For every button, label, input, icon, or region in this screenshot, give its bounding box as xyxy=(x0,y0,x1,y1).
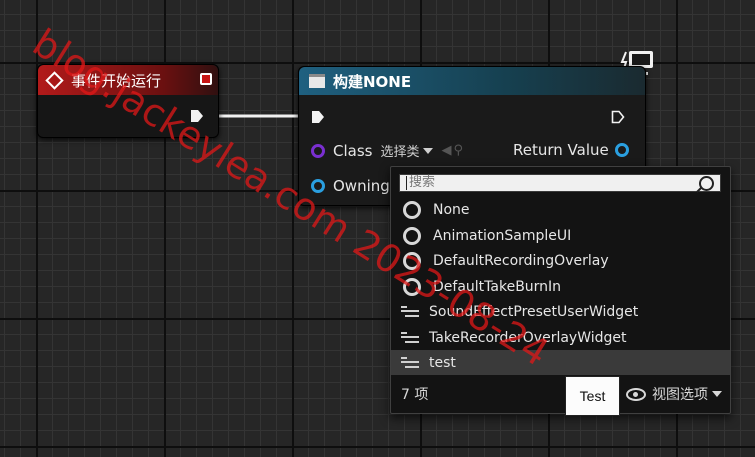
widget-blueprint-icon xyxy=(401,305,419,318)
owning-player-pin-icon[interactable] xyxy=(311,179,325,193)
class-pin-icon[interactable] xyxy=(311,143,325,158)
eye-icon xyxy=(626,387,646,401)
class-ring-icon xyxy=(403,251,421,270)
class-ring-icon xyxy=(403,200,421,219)
widget-blueprint-icon xyxy=(401,356,419,369)
use-selected-arrow-icon[interactable]: ◀ xyxy=(441,143,451,158)
create-widget-node-title: 构建NONE xyxy=(333,72,412,91)
class-item-label: SoundEffectPresetUserWidget xyxy=(429,303,639,320)
chevron-down-icon xyxy=(712,391,722,397)
owning-pin-row: Owning xyxy=(311,177,390,195)
class-item-label: TakeRecorderOverlayWidget xyxy=(429,329,627,346)
browse-search-icon[interactable]: ⚲ xyxy=(453,143,463,158)
text-cursor xyxy=(406,175,407,190)
event-begin-play-node[interactable]: 事件开始运行 xyxy=(37,64,219,138)
function-icon xyxy=(309,74,325,88)
tooltip-text: Test xyxy=(579,388,606,404)
class-item-label: test xyxy=(429,354,456,371)
class-pin-label: Class xyxy=(333,141,373,160)
class-picker-footer: 7 项 视图选项 xyxy=(391,375,730,411)
return-value-label: Return Value xyxy=(513,141,609,159)
event-diamond-icon xyxy=(45,70,64,90)
item-count: 7 项 xyxy=(401,387,429,403)
class-item-sound-effect-preset-user-widget[interactable]: SoundEffectPresetUserWidget xyxy=(391,299,730,324)
exec-input-pin-icon[interactable] xyxy=(311,110,325,124)
search-placeholder: 搜索 xyxy=(409,175,436,190)
widget-blueprint-icon xyxy=(401,331,419,344)
event-node-header: 事件开始运行 xyxy=(38,65,218,95)
chevron-down-icon xyxy=(423,147,434,154)
class-combo-label: 选择类 xyxy=(380,145,420,160)
exec-output-pin-icon[interactable] xyxy=(611,110,625,124)
delegate-pin-icon[interactable] xyxy=(200,73,212,85)
class-select-combo[interactable]: 选择类 xyxy=(380,141,434,160)
event-node-title: 事件开始运行 xyxy=(71,71,162,90)
view-options-label: 视图选项 xyxy=(652,387,708,403)
class-item-none[interactable]: None xyxy=(391,197,730,222)
class-item-label: DefaultRecordingOverlay xyxy=(433,252,609,269)
return-value-pin-row: Return Value xyxy=(513,141,629,159)
class-item-test[interactable]: test xyxy=(391,350,730,375)
view-options-button[interactable]: 视图选项 xyxy=(626,384,722,404)
exec-output-pin-icon[interactable] xyxy=(190,109,204,123)
search-icon[interactable] xyxy=(699,176,714,191)
create-widget-node-header: 构建NONE xyxy=(299,67,645,95)
class-item-label: None xyxy=(433,201,470,218)
class-item-default-recording-overlay[interactable]: DefaultRecordingOverlay xyxy=(391,248,730,273)
class-picker-popup[interactable]: 搜索 None AnimationSampleUI DefaultRecordi… xyxy=(390,166,731,414)
class-pin-row: Class 选择类 ◀ ⚲ xyxy=(311,141,463,160)
owning-player-label: Owning xyxy=(333,177,390,195)
class-item-label: DefaultTakeBurnIn xyxy=(433,278,562,295)
item-tooltip: Test xyxy=(565,376,620,416)
class-item-animation-sample-ui[interactable]: AnimationSampleUI xyxy=(391,223,730,248)
class-item-take-recorder-overlay-widget[interactable]: TakeRecorderOverlayWidget xyxy=(391,325,730,350)
class-search-input[interactable]: 搜索 xyxy=(399,174,721,192)
class-item-label: AnimationSampleUI xyxy=(433,227,572,244)
class-ring-icon xyxy=(403,277,421,296)
class-item-default-take-burn-in[interactable]: DefaultTakeBurnIn xyxy=(391,274,730,299)
class-ring-icon xyxy=(403,226,421,245)
return-value-pin-icon[interactable] xyxy=(614,143,629,157)
